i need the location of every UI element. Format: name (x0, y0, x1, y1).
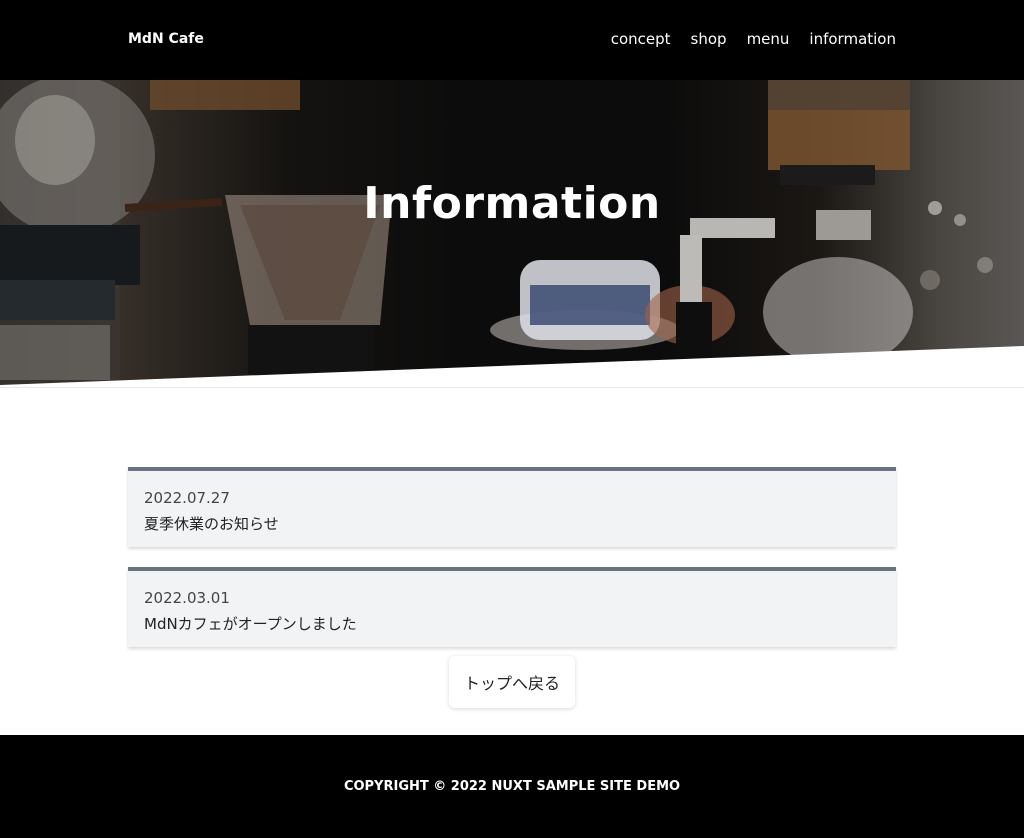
hero-banner: Information (0, 80, 1024, 388)
copyright-text: COPYRIGHT © 2022 NUXT SAMPLE SITE DEMO (343, 779, 681, 794)
nav-menu[interactable]: menu (747, 30, 790, 48)
news-list: 2022.07.27 夏季休業のお知らせ 2022.03.01 MdNカフェがオ… (128, 467, 896, 667)
site-header: MdN Cafe concept shop menu information (0, 0, 1024, 80)
main-nav: concept shop menu information (611, 30, 896, 48)
nav-information[interactable]: information (809, 30, 896, 48)
brand-logo-link[interactable]: MdN Cafe (128, 31, 204, 47)
nav-concept[interactable]: concept (611, 30, 671, 48)
news-title: 夏季休業のお知らせ (144, 515, 279, 533)
back-to-top-button[interactable]: トップへ戻る (449, 656, 575, 708)
site-footer: COPYRIGHT © 2022 NUXT SAMPLE SITE DEMO (0, 735, 1024, 838)
news-date: 2022.03.01 (144, 589, 230, 607)
news-item[interactable]: 2022.03.01 MdNカフェがオープンしました (128, 567, 896, 647)
news-date: 2022.07.27 (144, 489, 230, 507)
section-divider (0, 387, 1024, 388)
news-title: MdNカフェがオープンしました (144, 615, 357, 633)
hero-bottom-slant (0, 346, 1024, 388)
news-item[interactable]: 2022.07.27 夏季休業のお知らせ (128, 467, 896, 547)
nav-shop[interactable]: shop (691, 30, 727, 48)
